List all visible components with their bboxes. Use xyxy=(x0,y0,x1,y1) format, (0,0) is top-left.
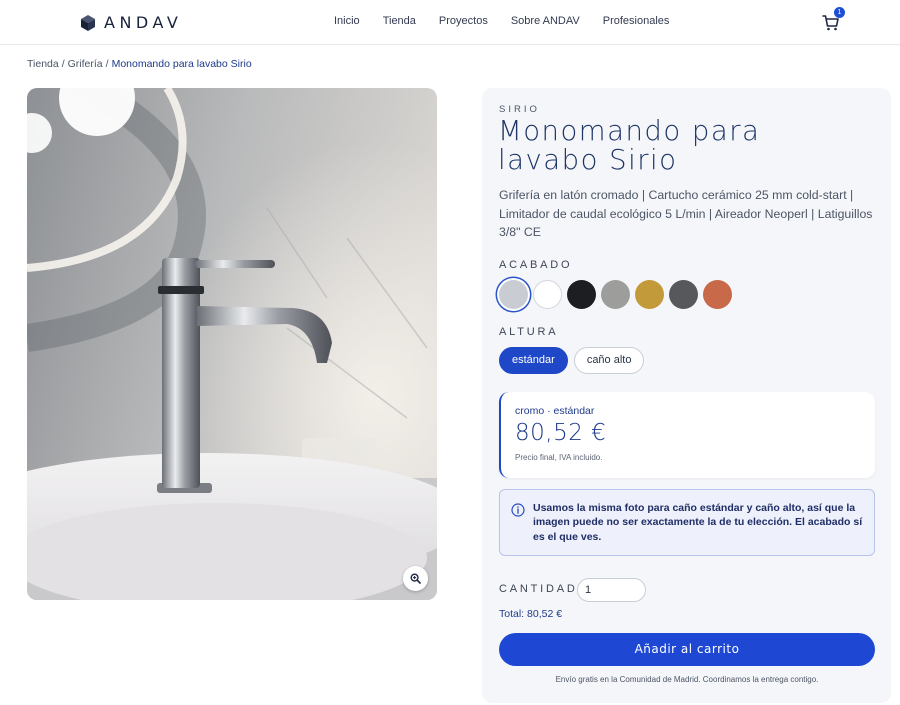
faucet-photo xyxy=(27,88,437,600)
zoom-button[interactable] xyxy=(403,566,428,591)
finish-swatches xyxy=(499,280,732,309)
brand-name: ANDAV xyxy=(104,13,183,32)
notice-text: Usamos la misma foto para caño estándar … xyxy=(533,502,863,543)
price-note: Precio final, IVA incluido. xyxy=(515,453,603,462)
price-amount: 80,52 € xyxy=(515,420,607,446)
swatch-negro[interactable] xyxy=(567,280,596,309)
cube-icon xyxy=(81,14,95,31)
height-option-estandar[interactable]: estándar xyxy=(499,347,568,374)
swatch-grafito[interactable] xyxy=(669,280,698,309)
nav-item-sobre[interactable]: Sobre ANDAV xyxy=(511,15,580,27)
order-total: Total: 80,52 € xyxy=(499,608,563,620)
price-variant: cromo · estándar xyxy=(515,405,595,417)
shipping-note: Envío gratis en la Comunidad de Madrid. … xyxy=(555,675,819,684)
breadcrumb-separator: / xyxy=(105,58,109,70)
nav-item-inicio[interactable]: Inicio xyxy=(334,15,360,27)
breadcrumb-tienda[interactable]: Tienda xyxy=(27,58,59,70)
nav-item-proyectos[interactable]: Proyectos xyxy=(439,15,488,27)
breadcrumb-griferia[interactable]: Grifería xyxy=(68,58,103,70)
image-notice: Usamos la misma foto para caño estándar … xyxy=(499,489,875,556)
product-collection: SIRIO xyxy=(499,104,540,115)
brand-logo[interactable]: ANDAV xyxy=(81,13,182,32)
zoom-in-icon xyxy=(410,573,421,584)
main-nav: Inicio Tienda Proyectos Sobre ANDAV Prof… xyxy=(334,15,669,27)
breadcrumb-separator: / xyxy=(61,58,65,70)
price-card: cromo · estándar 80,52 € Precio final, I… xyxy=(499,392,875,478)
quantity-input[interactable] xyxy=(577,578,646,602)
height-option-cano-alto[interactable]: caño alto xyxy=(573,347,645,374)
breadcrumb: Tienda / Grifería / Monomando para lavabo Si… xyxy=(27,58,252,70)
site-header: ANDAV Inicio Tienda Proyectos Sobre ANDA… xyxy=(0,0,900,45)
add-to-cart-button[interactable]: Añadir al carrito xyxy=(499,633,875,666)
height-label: ALTURA xyxy=(499,326,559,338)
swatch-cobre[interactable] xyxy=(703,280,732,309)
finish-label: ACABADO xyxy=(499,259,573,271)
swatch-gris[interactable] xyxy=(601,280,630,309)
swatch-blanco[interactable] xyxy=(533,280,562,309)
cart-count-badge: 1 xyxy=(834,7,845,18)
nav-item-tienda[interactable]: Tienda xyxy=(383,15,416,27)
height-options: estándar caño alto xyxy=(499,347,645,374)
swatch-cromo[interactable] xyxy=(499,280,528,309)
quantity-label: CANTIDAD xyxy=(499,583,578,595)
product-image[interactable] xyxy=(27,88,437,600)
nav-item-profesionales[interactable]: Profesionales xyxy=(603,15,670,27)
info-icon xyxy=(511,503,525,517)
breadcrumb-current: Monomando para lavabo Sirio xyxy=(111,58,252,70)
product-description: Grifería en latón cromado | Cartucho cer… xyxy=(499,188,873,239)
product-title: Monomando para lavabo Sirio xyxy=(498,115,761,176)
swatch-oro[interactable] xyxy=(635,280,664,309)
